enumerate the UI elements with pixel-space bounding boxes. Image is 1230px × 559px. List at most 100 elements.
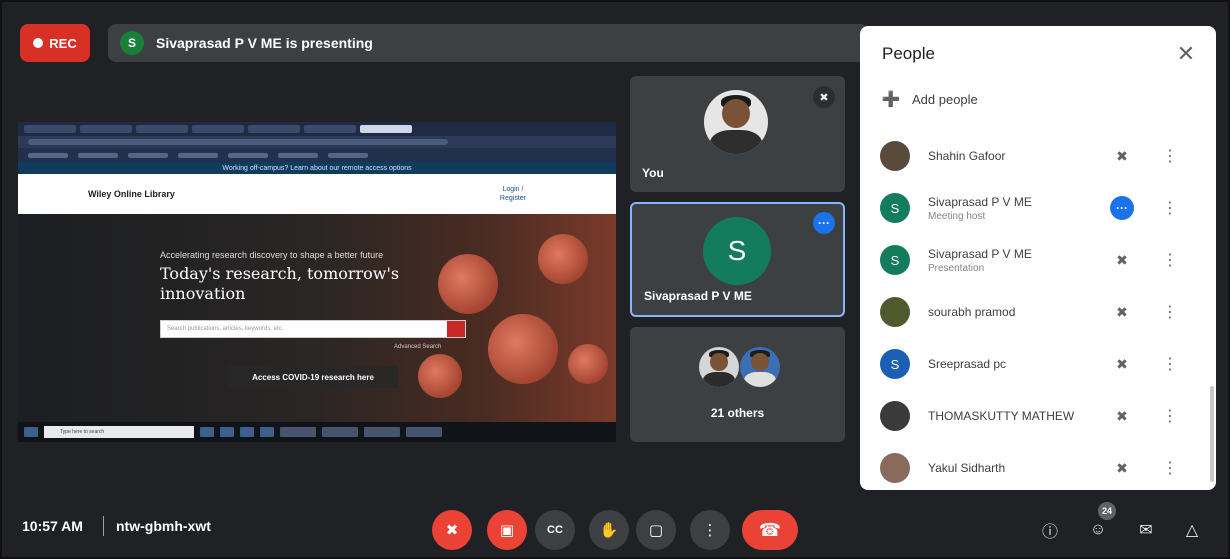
wiley-search-placeholder: Search publications, articles, keywords,… [167, 326, 284, 332]
mic-off-icon[interactable]: ✖ [1110, 404, 1134, 428]
camera-toggle-button[interactable]: ▣ [487, 510, 527, 550]
participant-row[interactable]: S Sivaprasad P V ME Meeting host ··· ⋮ [860, 182, 1216, 234]
participant-role: Meeting host [928, 210, 986, 222]
camera-off-icon: ▣ [499, 522, 515, 539]
participant-avatar: S [880, 245, 910, 275]
participant-name: Sivaprasad P V ME [928, 246, 1032, 261]
offcampus-banner: Working off-campus? Learn about our remo… [18, 162, 616, 174]
more-options-icon[interactable]: ⋮ [1160, 300, 1180, 324]
hand-icon: ✋ [599, 522, 619, 539]
presenter-tile-avatar: S [703, 217, 771, 285]
participant-avatar [880, 141, 910, 171]
chat-button[interactable]: ✉ [1130, 514, 1162, 546]
shared-screen[interactable]: Working off-campus? Learn about our remo… [18, 122, 616, 442]
captions-icon: CC [547, 524, 563, 536]
presenting-text: Sivaprasad P V ME is presenting [156, 35, 373, 51]
wiley-search-box: Search publications, articles, keywords,… [160, 320, 466, 338]
more-options-icon[interactable]: ⋮ [1160, 248, 1180, 272]
participant-avatar [880, 297, 910, 327]
divider [103, 516, 104, 536]
wiley-header: Wiley Online Library Login / Register [18, 174, 616, 214]
present-screen-icon: ▢ [648, 522, 664, 539]
wiley-logo: Wiley Online Library [88, 189, 175, 199]
wiley-hero: Accelerating research discovery to shape… [18, 214, 616, 422]
more-options-button[interactable]: ⋮ [690, 510, 730, 550]
register-label: Register [499, 195, 526, 202]
participant-avatar [880, 401, 910, 431]
hero-title: Today's research, tomorrow's innovation [160, 264, 400, 303]
participant-name: Sivaprasad P V ME [928, 194, 1032, 209]
people-count-badge: 24 [1098, 502, 1116, 520]
activities-button[interactable]: △ [1176, 514, 1208, 546]
participant-name: sourabh pramod [928, 305, 1016, 319]
add-people-label: Add people [912, 91, 978, 107]
recording-badge[interactable]: REC [20, 24, 90, 62]
rec-label: REC [49, 35, 77, 51]
people-panel: People ✕ ➕ Add people Shahin Gafoor ✖ ⋮ … [860, 26, 1216, 490]
advanced-search-link: Advanced Search [394, 344, 442, 350]
present-screen-button[interactable]: ▢ [636, 510, 676, 550]
add-person-icon: ➕ [881, 91, 901, 108]
participant-avatar: S [880, 193, 910, 223]
mic-off-icon[interactable]: ✖ [1110, 352, 1134, 376]
close-icon[interactable]: ✕ [1172, 40, 1200, 68]
end-call-icon: ☎ [758, 519, 782, 540]
covid-research-button: Access COVID-19 research here [228, 366, 398, 388]
participant-row[interactable]: S Sreeprasad pc ✖ ⋮ [860, 338, 1216, 390]
more-options-icon[interactable]: ⋮ [1160, 352, 1180, 376]
tile-presenter-label: Sivaprasad P V ME [644, 289, 752, 303]
mic-toggle-button[interactable]: ✖ [432, 510, 472, 550]
meeting-clock: 10:57 AM [22, 518, 83, 534]
participant-row[interactable]: Shahin Gafoor ✖ ⋮ [860, 130, 1216, 182]
captions-button[interactable]: CC [535, 510, 575, 550]
speaking-icon: ··· [1110, 196, 1134, 220]
more-options-icon[interactable]: ⋮ [1160, 144, 1180, 168]
participant-row[interactable]: S Sivaprasad P V ME Presentation ✖ ⋮ [860, 234, 1216, 286]
participant-row[interactable]: Yakul Sidharth ✖ ⋮ [860, 442, 1216, 490]
browser-bookmarks-bar [18, 148, 616, 162]
people-scrollbar[interactable] [1210, 386, 1214, 482]
wiley-search-icon [447, 321, 465, 337]
mic-off-icon[interactable]: ✖ [1110, 144, 1134, 168]
browser-address-bar [18, 136, 616, 148]
chat-icon: ✉ [1139, 522, 1153, 539]
participant-row[interactable]: sourabh pramod ✖ ⋮ [860, 286, 1216, 338]
presenting-banner: S Sivaprasad P V ME is presenting [108, 24, 868, 62]
other-avatar-1 [699, 347, 739, 387]
windows-start-icon [24, 427, 38, 437]
tile-others[interactable] [630, 327, 845, 442]
participant-name: Yakul Sidharth [928, 461, 1006, 475]
participant-avatar [880, 453, 910, 483]
meeting-details-button[interactable]: ⓘ [1034, 514, 1066, 546]
mic-off-icon[interactable]: ✖ [1110, 456, 1134, 480]
windows-taskbar: Type here to search [18, 422, 616, 442]
participant-row[interactable]: THOMASKUTTY MATHEW ✖ ⋮ [860, 390, 1216, 442]
others-count-label: 21 others [710, 406, 765, 420]
participant-name: THOMASKUTTY MATHEW [928, 409, 1075, 423]
more-options-icon[interactable]: ⋮ [1160, 196, 1180, 220]
hero-subtitle: Accelerating research discovery to shape… [160, 250, 384, 260]
presenter-avatar: S [120, 31, 144, 55]
you-avatar [704, 90, 768, 154]
info-icon: ⓘ [1041, 524, 1058, 541]
mic-off-icon[interactable]: ✖ [1110, 300, 1134, 324]
add-people-button[interactable]: ➕ Add people [880, 90, 978, 108]
participant-name: Sreeprasad pc [928, 357, 1007, 371]
more-options-icon[interactable]: ⋮ [1160, 456, 1180, 480]
tile-you-label: You [642, 166, 664, 180]
record-dot-icon [33, 38, 44, 48]
meet-window: REC S Sivaprasad P V ME is presenting Wo… [0, 0, 1230, 559]
people-panel-title: People [882, 44, 935, 63]
meeting-code: ntw-gbmh-xwt [116, 518, 211, 534]
more-options-icon[interactable]: ⋮ [1160, 404, 1180, 428]
login-label: Login / [502, 186, 524, 193]
activities-icon: △ [1185, 522, 1199, 539]
leave-call-button[interactable]: ☎ [742, 510, 798, 550]
presentation-audio-off-icon[interactable]: ✖ [1110, 248, 1134, 272]
taskbar-search: Type here to search [44, 426, 194, 438]
participant-avatar: S [880, 349, 910, 379]
raise-hand-button[interactable]: ✋ [589, 510, 629, 550]
other-avatar-2 [740, 347, 780, 387]
people-icon: ☺ [1089, 521, 1107, 538]
participant-list: Shahin Gafoor ✖ ⋮ S Sivaprasad P V ME Me… [860, 130, 1216, 490]
